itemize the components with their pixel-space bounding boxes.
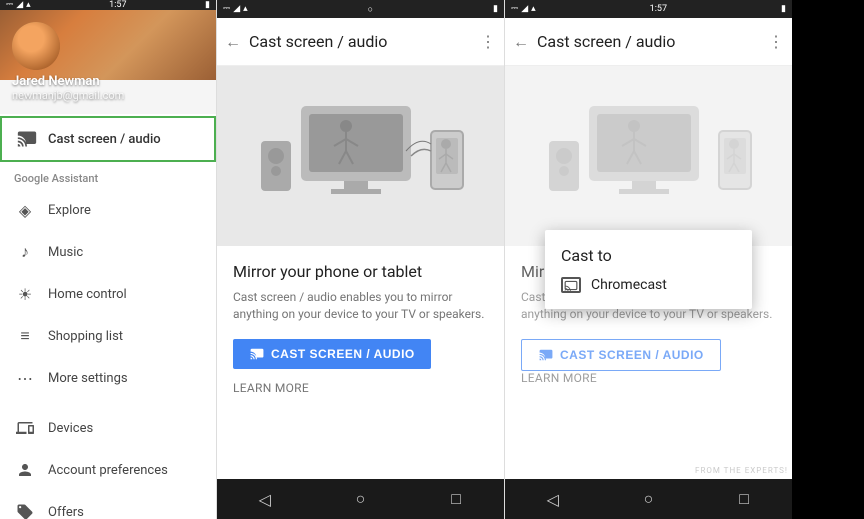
menu-item-explore[interactable]: ◈ Explore (0, 189, 216, 231)
devices-icon (14, 417, 36, 439)
cast-illustration-2 (529, 76, 769, 236)
wifi-icon: ▴ (26, 0, 31, 10)
recents-button-3[interactable]: □ (735, 490, 753, 508)
watermark: FROM THE EXPERTS! (695, 466, 788, 475)
lightbulb-icon: ☀ (14, 283, 36, 305)
avatar (12, 22, 60, 70)
cast-button-icon-1 (249, 347, 265, 361)
chromecast-icon (561, 277, 581, 293)
back-button-2[interactable]: ◁ (256, 490, 274, 508)
compass-icon: ◈ (14, 199, 36, 221)
menu-item-home-control[interactable]: ☀ Home control (0, 273, 216, 315)
cast-title-2: Cast screen / audio (537, 32, 760, 51)
menu-label-music: Music (48, 245, 83, 260)
cast-to-item-chromecast[interactable]: Chromecast (561, 277, 736, 293)
menu-label-more-settings: More settings (48, 371, 128, 386)
cast-content-title-1: Mirror your phone or tablet (233, 262, 488, 281)
menu-item-offers[interactable]: Offers (0, 491, 216, 519)
dots-icon: ⋯ (14, 367, 36, 389)
status-bar-3: ⎓ ◢ ▴ 1:57 ▮ (505, 0, 792, 18)
drawer-panel: ⎓ ◢ ▴ 1:57 ▮ Jared Newman newmanjb@gmail… (0, 0, 216, 519)
status-left-3: ⎓ ◢ ▴ (511, 4, 536, 14)
bluetooth-icon: ⎓ (6, 0, 13, 10)
bluetooth-icon-2: ⎓ (223, 4, 230, 14)
menu-label-offers: Offers (48, 505, 84, 519)
status-time-2: ○ (368, 4, 373, 15)
more-options-icon-1[interactable]: ⋮ (480, 32, 496, 51)
menu-label-home-control: Home control (48, 287, 127, 302)
avatar-image (12, 22, 60, 70)
home-button-2[interactable]: ○ (351, 490, 369, 508)
cast-hero-1 (217, 66, 504, 246)
back-arrow-1[interactable]: ← (225, 32, 241, 52)
status-right-3: ▮ (781, 4, 786, 14)
status-time-3: 1:57 (650, 4, 667, 14)
menu-item-music[interactable]: ♪ Music (0, 231, 216, 273)
cast-title-1: Cast screen / audio (249, 32, 472, 51)
cast-menu-label: Cast screen / audio (48, 132, 161, 147)
signal-icon: ◢ (16, 0, 23, 10)
tag-icon (14, 501, 36, 519)
battery-icon-3: ▮ (781, 4, 786, 14)
cast-icon (16, 128, 38, 150)
chromecast-device-name: Chromecast (591, 277, 667, 293)
drawer-header: Jared Newman newmanjb@gmail.com (0, 10, 216, 114)
battery-icon: ▮ (205, 0, 210, 10)
cast-toolbar-1: ← Cast screen / audio ⋮ (217, 18, 504, 66)
cast-content-desc-1: Cast screen / audio enables you to mirro… (233, 289, 488, 323)
menu-label-account-preferences: Account preferences (48, 463, 168, 478)
more-options-icon-2[interactable]: ⋮ (768, 32, 784, 51)
menu-label-devices: Devices (48, 421, 93, 436)
status-right-2: ▮ (493, 4, 498, 14)
cast-content-1: Mirror your phone or tablet Cast screen … (217, 246, 504, 479)
cast-toolbar-2: ← Cast screen / audio ⋮ (505, 18, 792, 66)
status-left-2: ⎓ ◢ ▴ (223, 4, 248, 14)
wifi-icon-2: ▴ (243, 4, 248, 14)
learn-more-2[interactable]: LEARN MORE (521, 371, 776, 385)
menu-item-account-preferences[interactable]: Account preferences (0, 449, 216, 491)
menu-label-explore: Explore (48, 203, 91, 218)
cast-to-title: Cast to (561, 246, 736, 265)
menu-item-shopping-list[interactable]: ≡ Shopping list (0, 315, 216, 357)
music-icon: ♪ (14, 241, 36, 263)
wifi-icon-3: ▴ (531, 4, 536, 14)
status-bar-2: ⎓ ◢ ▴ ○ ▮ (217, 0, 504, 18)
cast-illustration-1 (241, 76, 481, 236)
status-time-1: 1:57 (109, 0, 126, 10)
cast-panel-2: ⎓ ◢ ▴ 1:57 ▮ ← Cast screen / audio ⋮ (504, 0, 792, 519)
google-assistant-label: Google Assistant (0, 164, 216, 189)
cast-hero-2 (505, 66, 792, 246)
list-icon: ≡ (14, 325, 36, 347)
cast-screen-button-1[interactable]: CAST SCREEN / AUDIO (233, 339, 431, 369)
cast-button-label-2: CAST SCREEN / AUDIO (560, 348, 704, 362)
back-button-3[interactable]: ◁ (544, 490, 562, 508)
status-left-icons: ⎓ ◢ ▴ (6, 0, 31, 10)
recents-button-2[interactable]: □ (447, 490, 465, 508)
battery-icon-2: ▮ (493, 4, 498, 14)
status-right-icons: ▮ (205, 0, 210, 10)
bluetooth-icon-3: ⎓ (511, 4, 518, 14)
cast-button-icon-2 (538, 348, 554, 362)
user-email: newmanjb@gmail.com (12, 89, 204, 102)
signal-icon-2: ◢ (233, 4, 240, 14)
cast-screen-button-2[interactable]: CAST SCREEN / AUDIO (521, 339, 721, 371)
cast-to-dialog: Cast to Chromecast (545, 230, 752, 309)
cast-button-label-1: CAST SCREEN / AUDIO (271, 347, 415, 361)
back-arrow-2[interactable]: ← (513, 32, 529, 52)
menu-item-more-settings[interactable]: ⋯ More settings (0, 357, 216, 399)
chromecast-device-icon (564, 280, 578, 291)
person-icon (14, 459, 36, 481)
user-name: Jared Newman (12, 74, 204, 89)
learn-more-1[interactable]: LEARN MORE (233, 381, 488, 395)
status-bar-1: ⎓ ◢ ▴ 1:57 ▮ (0, 0, 216, 10)
menu-label-shopping-list: Shopping list (48, 329, 123, 344)
cast-screen-menu-item[interactable]: Cast screen / audio (0, 116, 216, 162)
home-button-3[interactable]: ○ (639, 490, 657, 508)
nav-bar-3: ◁ ○ □ (505, 479, 792, 519)
nav-bar-2: ◁ ○ □ (217, 479, 504, 519)
cast-panel-1: ⎓ ◢ ▴ ○ ▮ ← Cast screen / audio ⋮ (216, 0, 504, 519)
signal-icon-3: ◢ (521, 4, 528, 14)
menu-item-devices[interactable]: Devices (0, 407, 216, 449)
